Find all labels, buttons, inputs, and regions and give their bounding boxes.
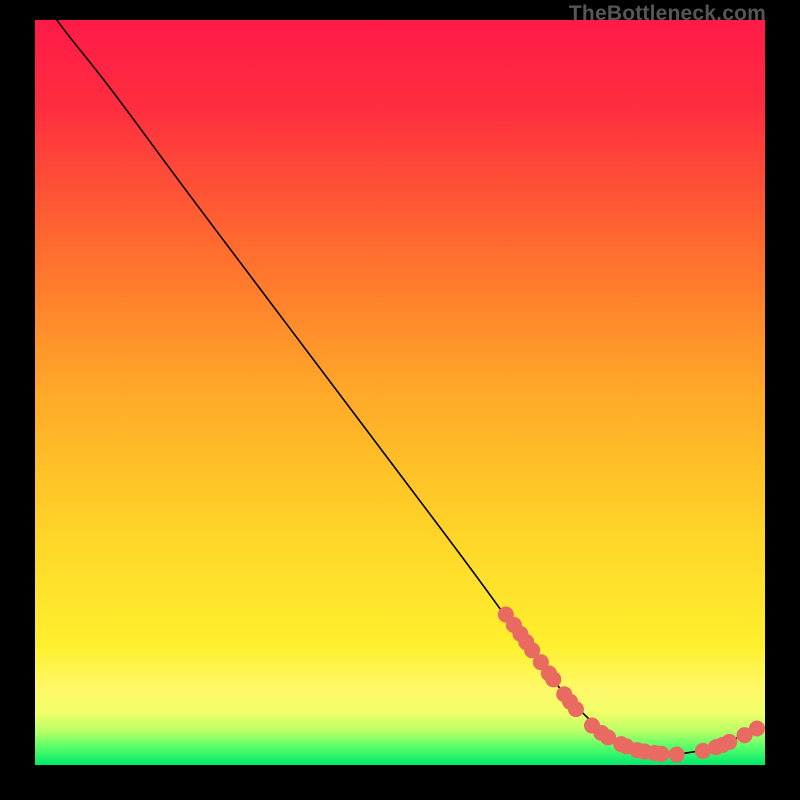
chart-svg (35, 20, 765, 765)
dot (545, 671, 561, 687)
plot-area (35, 20, 765, 765)
dot (749, 720, 765, 736)
gradient-backdrop (35, 20, 765, 765)
chart-stage: TheBottleneck.com (0, 0, 800, 800)
dot (721, 734, 737, 750)
dot (568, 701, 584, 717)
dot (669, 747, 685, 763)
dot (653, 746, 669, 762)
